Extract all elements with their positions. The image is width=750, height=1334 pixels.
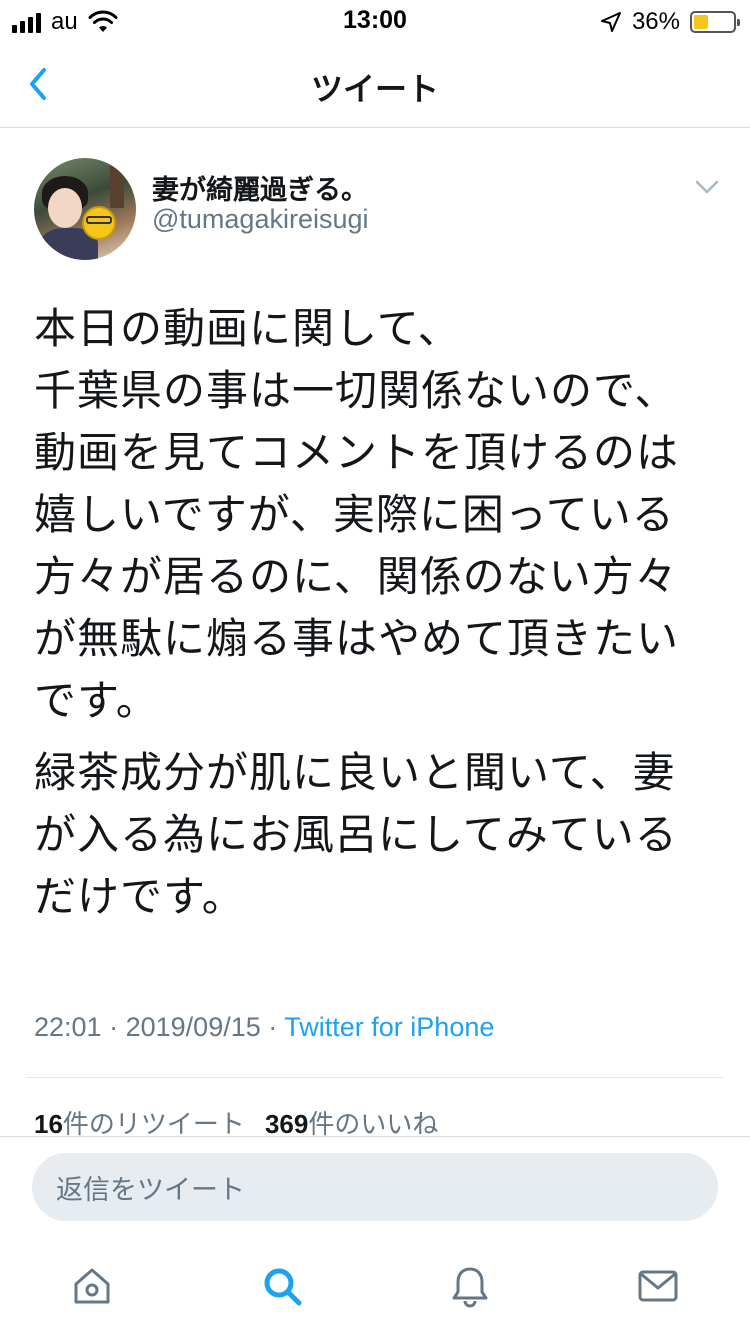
- meta-separator: ·: [109, 1012, 119, 1042]
- divider: [26, 1077, 724, 1078]
- navigation-bar: ツイート: [0, 40, 750, 128]
- reply-input[interactable]: 返信をツイート: [32, 1153, 718, 1221]
- battery-fill: [694, 15, 708, 29]
- avatar-emoji-glasses: [86, 216, 112, 224]
- chevron-down-icon[interactable]: [694, 174, 720, 200]
- tweet-paragraph: 本日の動画に関して、 千葉県の事は一切関係ないので、 動画を見てコメントを頂ける…: [34, 304, 680, 725]
- reply-placeholder: 返信をツイート: [56, 1174, 245, 1206]
- avatar-person-face: [48, 188, 82, 228]
- battery-percent: 36%: [631, 8, 680, 35]
- meta-separator: ·: [268, 1012, 278, 1042]
- tab-bar: [0, 1246, 750, 1334]
- notifications-bell-icon[interactable]: [448, 1264, 492, 1308]
- avatar[interactable]: [34, 158, 136, 260]
- search-icon[interactable]: [260, 1264, 304, 1308]
- user-handle[interactable]: @tumagakireisugi: [152, 204, 369, 235]
- page-title: ツイート: [310, 70, 439, 108]
- tweet-paragraph: 緑茶成分が肌に良いと聞いて、妻 が入る為にお風呂にしてみている だけです。: [34, 748, 678, 921]
- tweet-source-link[interactable]: Twitter for iPhone: [284, 1012, 494, 1042]
- home-icon[interactable]: [70, 1264, 114, 1308]
- reply-bar: 返信をツイート: [0, 1136, 750, 1246]
- messages-envelope-icon[interactable]: [636, 1264, 680, 1308]
- tweet-time: 22:01: [34, 1012, 102, 1042]
- location-arrow-icon: [600, 12, 621, 32]
- tweet-date: 2019/09/15: [125, 1012, 261, 1042]
- tweet-text: 本日の動画に関して、 千葉県の事は一切関係ないので、 動画を見てコメントを頂ける…: [34, 298, 724, 928]
- status-bar-right: 36%: [600, 8, 740, 36]
- tweet-timestamp: 22:01 · 2019/09/15 · Twitter for iPhone: [34, 1012, 494, 1043]
- battery-icon: [690, 11, 740, 33]
- retweet-count: 16: [34, 1109, 63, 1139]
- display-name[interactable]: 妻が綺麗過ぎる。: [152, 168, 368, 207]
- like-count: 369: [264, 1109, 309, 1139]
- status-bar: au 13:00 36%: [0, 0, 750, 40]
- avatar-background-tower: [110, 164, 124, 208]
